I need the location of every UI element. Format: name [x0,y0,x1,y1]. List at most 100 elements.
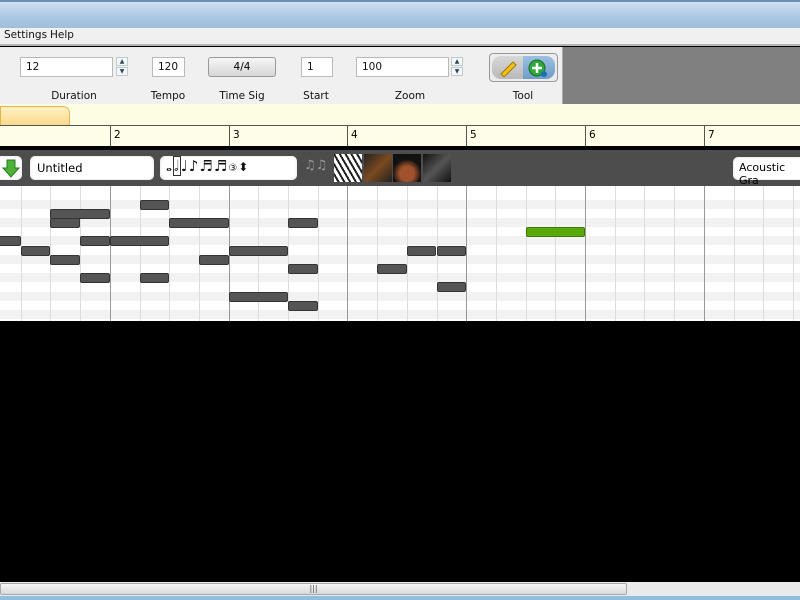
zoom-spinner[interactable]: ▲ ▼ [451,57,463,77]
tool-selector[interactable] [489,53,558,82]
spin-down-icon[interactable]: ▼ [451,67,463,76]
quarter-note-icon[interactable]: ♩ [181,157,189,175]
note[interactable] [406,245,437,256]
note[interactable] [139,273,170,284]
beat-line [763,186,765,321]
scrollbar-thumb[interactable]: ||| [0,583,627,595]
grid-row [0,208,800,218]
note[interactable] [50,217,81,228]
measure-marker: 7 [704,126,715,147]
tempo-label: Tempo [150,90,186,102]
up-down-arrows-icon[interactable]: ⬍ [238,160,249,174]
note[interactable] [20,245,51,256]
measure-marker: 6 [585,126,596,147]
drum-icon[interactable] [393,154,421,182]
download-arrow-icon [1,159,21,178]
measure-line [703,186,705,321]
sixteenth-note-icon[interactable]: ♬ [199,157,213,175]
grid-row [0,254,800,264]
beat-line [198,186,200,321]
time-sig-button[interactable]: 4/4 [208,57,276,77]
note[interactable] [169,217,229,228]
menu-settings[interactable]: Settings [4,29,47,41]
measure-marker: 4 [347,126,358,147]
grid-row [0,319,800,321]
bass-icon[interactable] [423,154,451,182]
note[interactable] [436,282,467,293]
start-label: Start [303,90,329,102]
note-value-selector[interactable]: 𝅝𝅗𝅥♩♪♬♬③⬍ [160,156,297,180]
beat-line [377,186,379,321]
instrument-select[interactable]: Acoustic Gra [733,157,800,187]
note[interactable] [0,236,21,247]
beat-line [792,186,794,321]
start-input[interactable]: 1 [301,57,333,77]
tab-strip [0,104,800,125]
guitar-icon[interactable] [364,154,392,182]
note[interactable] [80,236,110,247]
grid-row [0,227,800,237]
beat-line [317,186,319,321]
note[interactable] [228,245,288,256]
note[interactable] [198,254,229,265]
add-note-icon[interactable] [528,58,550,78]
note[interactable] [436,245,467,256]
menu-help[interactable]: Help [50,29,74,41]
spin-up-icon[interactable]: ▲ [451,57,463,66]
spin-up-icon[interactable]: ▲ [116,57,128,66]
window-border [0,596,800,600]
whole-note-icon[interactable]: 𝅝 [166,157,173,175]
beat-line [495,186,497,321]
beat-line [614,186,616,321]
beat-line [644,186,646,321]
note[interactable] [288,300,318,311]
notes-icon[interactable]: ♫♫ [304,158,332,178]
beat-line [674,186,676,321]
track-header: Untitled 𝅝𝅗𝅥♩♪♬♬③⬍ ♫♫ Acoustic Gra [0,150,800,187]
thirty-second-note-icon[interactable]: ♬ [214,157,228,175]
half-note-icon[interactable]: 𝅗𝅥 [172,156,181,176]
spin-down-icon[interactable]: ▼ [116,67,128,76]
menu-bar: Settings Help [0,28,800,46]
grid-row [0,199,800,209]
note[interactable] [377,263,407,274]
tempo-input[interactable]: 120 [152,57,185,77]
beat-line [555,186,557,321]
track-tab[interactable] [0,106,70,126]
eighth-note-icon[interactable]: ♪ [189,157,200,175]
time-sig-label: Time Sig [219,90,265,102]
piano-roll-grid[interactable] [0,186,800,321]
grid-row [0,217,800,228]
note[interactable] [139,199,170,210]
beat-line [169,186,171,321]
measure-line [466,186,468,321]
grid-row [0,190,800,200]
measure-line [347,186,349,321]
duration-spinner[interactable]: ▲ ▼ [116,57,128,77]
pencil-icon[interactable] [498,59,518,77]
duration-label: Duration [51,90,97,102]
measure-line [109,186,111,321]
track-name-input[interactable]: Untitled [30,156,154,180]
beat-line [80,186,82,321]
note[interactable] [288,217,318,228]
measure-ruler[interactable]: 2 3 4 5 6 7 [0,125,800,147]
note[interactable] [228,291,288,302]
grid-row [0,245,800,255]
beat-line [525,186,527,321]
note[interactable] [288,263,318,274]
grid-row [0,309,800,320]
grid-row [0,282,800,292]
piano-icon[interactable] [334,154,362,182]
note[interactable] [50,254,81,265]
duration-input[interactable]: 12 [20,57,113,77]
measure-marker: 3 [229,126,240,147]
measure-line [585,186,586,321]
triplet-icon[interactable]: ③ [228,163,238,174]
note[interactable] [80,273,110,284]
selected-note[interactable] [525,227,585,238]
download-button[interactable] [0,156,22,180]
note[interactable] [109,236,170,247]
tool-label: Tool [512,90,534,102]
zoom-input[interactable]: 100 [356,57,449,77]
